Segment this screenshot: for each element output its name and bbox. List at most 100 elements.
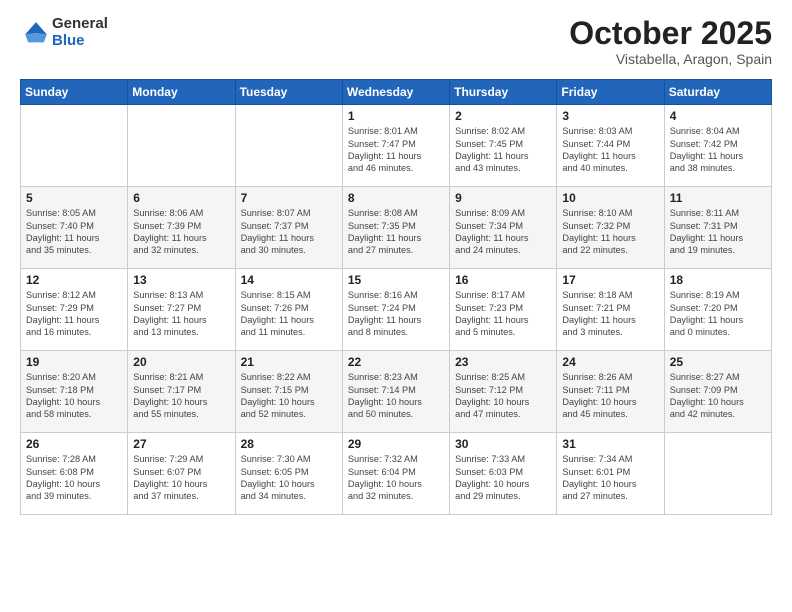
day-content: Sunrise: 8:22 AM Sunset: 7:15 PM Dayligh… — [241, 371, 337, 421]
weekday-header-sunday: Sunday — [21, 80, 128, 105]
day-number: 25 — [670, 355, 766, 369]
day-content: Sunrise: 8:04 AM Sunset: 7:42 PM Dayligh… — [670, 125, 766, 175]
day-number: 16 — [455, 273, 551, 287]
calendar-cell — [664, 433, 771, 515]
day-content: Sunrise: 8:13 AM Sunset: 7:27 PM Dayligh… — [133, 289, 229, 339]
location: Vistabella, Aragon, Spain — [569, 51, 772, 67]
day-number: 2 — [455, 109, 551, 123]
day-content: Sunrise: 8:05 AM Sunset: 7:40 PM Dayligh… — [26, 207, 122, 257]
calendar-cell: 18 Sunrise: 8:19 AM Sunset: 7:20 PM Dayli… — [664, 269, 771, 351]
day-number: 28 — [241, 437, 337, 451]
day-content: Sunrise: 8:26 AM Sunset: 7:11 PM Dayligh… — [562, 371, 658, 421]
calendar-cell — [235, 105, 342, 187]
calendar-cell: 25 Sunrise: 8:27 AM Sunset: 7:09 PM Dayli… — [664, 351, 771, 433]
calendar-cell: 21 Sunrise: 8:22 AM Sunset: 7:15 PM Dayli… — [235, 351, 342, 433]
day-content: Sunrise: 8:10 AM Sunset: 7:32 PM Dayligh… — [562, 207, 658, 257]
day-number: 13 — [133, 273, 229, 287]
day-content: Sunrise: 8:27 AM Sunset: 7:09 PM Dayligh… — [670, 371, 766, 421]
calendar-cell: 31 Sunrise: 7:34 AM Sunset: 6:01 PM Dayli… — [557, 433, 664, 515]
day-number: 8 — [348, 191, 444, 205]
day-number: 19 — [26, 355, 122, 369]
day-content: Sunrise: 8:20 AM Sunset: 7:18 PM Dayligh… — [26, 371, 122, 421]
logo-text: General Blue — [52, 16, 108, 49]
weekday-header-friday: Friday — [557, 80, 664, 105]
weekday-header-monday: Monday — [128, 80, 235, 105]
day-number: 15 — [348, 273, 444, 287]
day-content: Sunrise: 8:15 AM Sunset: 7:26 PM Dayligh… — [241, 289, 337, 339]
calendar-cell: 24 Sunrise: 8:26 AM Sunset: 7:11 PM Dayli… — [557, 351, 664, 433]
weekday-header-saturday: Saturday — [664, 80, 771, 105]
title-block: October 2025 Vistabella, Aragon, Spain — [569, 16, 772, 67]
calendar-cell: 5 Sunrise: 8:05 AM Sunset: 7:40 PM Daylig… — [21, 187, 128, 269]
day-content: Sunrise: 8:06 AM Sunset: 7:39 PM Dayligh… — [133, 207, 229, 257]
day-content: Sunrise: 8:09 AM Sunset: 7:34 PM Dayligh… — [455, 207, 551, 257]
calendar-cell: 8 Sunrise: 8:08 AM Sunset: 7:35 PM Daylig… — [342, 187, 449, 269]
day-content: Sunrise: 8:03 AM Sunset: 7:44 PM Dayligh… — [562, 125, 658, 175]
calendar-cell: 15 Sunrise: 8:16 AM Sunset: 7:24 PM Dayli… — [342, 269, 449, 351]
calendar-cell: 20Sunrise: 8:21 AM Sunset: 7:17 PM Dayli… — [128, 351, 235, 433]
day-content: Sunrise: 8:01 AM Sunset: 7:47 PM Dayligh… — [348, 125, 444, 175]
day-number: 23 — [455, 355, 551, 369]
day-number: 5 — [26, 191, 122, 205]
calendar-cell: 14Sunrise: 8:15 AM Sunset: 7:26 PM Dayli… — [235, 269, 342, 351]
day-content: Sunrise: 7:30 AM Sunset: 6:05 PM Dayligh… — [241, 453, 337, 503]
calendar-cell: 1 Sunrise: 8:01 AM Sunset: 7:47 PM Daylig… — [342, 105, 449, 187]
calendar-cell: 22 Sunrise: 8:23 AM Sunset: 7:14 PM Dayli… — [342, 351, 449, 433]
day-number: 1 — [348, 109, 444, 123]
calendar-cell: 27Sunrise: 7:29 AM Sunset: 6:07 PM Dayli… — [128, 433, 235, 515]
day-content: Sunrise: 7:28 AM Sunset: 6:08 PM Dayligh… — [26, 453, 122, 503]
calendar-cell: 11Sunrise: 8:11 AM Sunset: 7:31 PM Dayli… — [664, 187, 771, 269]
day-number: 3 — [562, 109, 658, 123]
logo-general-text: General — [52, 16, 108, 33]
calendar-cell: 9Sunrise: 8:09 AM Sunset: 7:34 PM Daylig… — [450, 187, 557, 269]
day-content: Sunrise: 8:19 AM Sunset: 7:20 PM Dayligh… — [670, 289, 766, 339]
calendar-cell: 29 Sunrise: 7:32 AM Sunset: 6:04 PM Dayli… — [342, 433, 449, 515]
day-content: Sunrise: 7:32 AM Sunset: 6:04 PM Dayligh… — [348, 453, 444, 503]
calendar-cell: 17 Sunrise: 8:18 AM Sunset: 7:21 PM Dayli… — [557, 269, 664, 351]
calendar-cell: 16 Sunrise: 8:17 AM Sunset: 7:23 PM Dayli… — [450, 269, 557, 351]
calendar-cell: 3 Sunrise: 8:03 AM Sunset: 7:44 PM Daylig… — [557, 105, 664, 187]
calendar-cell: 7Sunrise: 8:07 AM Sunset: 7:37 PM Daylig… — [235, 187, 342, 269]
day-number: 30 — [455, 437, 551, 451]
week-row-1: 1 Sunrise: 8:01 AM Sunset: 7:47 PM Daylig… — [21, 105, 772, 187]
day-number: 11 — [670, 191, 766, 205]
day-content: Sunrise: 8:17 AM Sunset: 7:23 PM Dayligh… — [455, 289, 551, 339]
day-number: 24 — [562, 355, 658, 369]
day-number: 26 — [26, 437, 122, 451]
calendar-cell: 2 Sunrise: 8:02 AM Sunset: 7:45 PM Daylig… — [450, 105, 557, 187]
day-number: 18 — [670, 273, 766, 287]
day-content: Sunrise: 8:02 AM Sunset: 7:45 PM Dayligh… — [455, 125, 551, 175]
day-number: 4 — [670, 109, 766, 123]
day-content: Sunrise: 8:16 AM Sunset: 7:24 PM Dayligh… — [348, 289, 444, 339]
day-content: Sunrise: 8:08 AM Sunset: 7:35 PM Dayligh… — [348, 207, 444, 257]
calendar-cell: 6Sunrise: 8:06 AM Sunset: 7:39 PM Daylig… — [128, 187, 235, 269]
day-content: Sunrise: 8:18 AM Sunset: 7:21 PM Dayligh… — [562, 289, 658, 339]
calendar-page: General Blue October 2025 Vistabella, Ar… — [0, 0, 792, 612]
logo-icon — [22, 19, 50, 47]
day-number: 10 — [562, 191, 658, 205]
calendar-cell — [21, 105, 128, 187]
calendar-cell: 12Sunrise: 8:12 AM Sunset: 7:29 PM Dayli… — [21, 269, 128, 351]
day-number: 17 — [562, 273, 658, 287]
weekday-header-wednesday: Wednesday — [342, 80, 449, 105]
calendar-cell: 28 Sunrise: 7:30 AM Sunset: 6:05 PM Dayli… — [235, 433, 342, 515]
weekday-header-tuesday: Tuesday — [235, 80, 342, 105]
day-number: 31 — [562, 437, 658, 451]
week-row-2: 5 Sunrise: 8:05 AM Sunset: 7:40 PM Daylig… — [21, 187, 772, 269]
calendar-cell: 30 Sunrise: 7:33 AM Sunset: 6:03 PM Dayli… — [450, 433, 557, 515]
day-content: Sunrise: 8:25 AM Sunset: 7:12 PM Dayligh… — [455, 371, 551, 421]
day-content: Sunrise: 8:21 AM Sunset: 7:17 PM Dayligh… — [133, 371, 229, 421]
week-row-3: 12Sunrise: 8:12 AM Sunset: 7:29 PM Dayli… — [21, 269, 772, 351]
weekday-header-row: SundayMondayTuesdayWednesdayThursdayFrid… — [21, 80, 772, 105]
calendar-table: SundayMondayTuesdayWednesdayThursdayFrid… — [20, 79, 772, 515]
day-number: 22 — [348, 355, 444, 369]
logo-blue-text: Blue — [52, 33, 108, 50]
day-content: Sunrise: 7:34 AM Sunset: 6:01 PM Dayligh… — [562, 453, 658, 503]
day-number: 7 — [241, 191, 337, 205]
day-content: Sunrise: 7:33 AM Sunset: 6:03 PM Dayligh… — [455, 453, 551, 503]
day-number: 21 — [241, 355, 337, 369]
day-number: 27 — [133, 437, 229, 451]
day-number: 29 — [348, 437, 444, 451]
day-content: Sunrise: 8:23 AM Sunset: 7:14 PM Dayligh… — [348, 371, 444, 421]
calendar-cell — [128, 105, 235, 187]
